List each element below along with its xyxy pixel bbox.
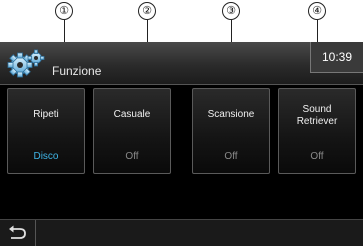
function-label: Ripeti xyxy=(33,109,59,120)
callout-2-leader xyxy=(147,20,148,44)
callout-3: ③ xyxy=(222,2,240,20)
back-button[interactable] xyxy=(0,220,36,246)
function-value: Off xyxy=(125,151,139,162)
device-screen: Funzione 10:39 Ripeti Disco Casuale Off … xyxy=(0,42,363,246)
function-grid: Ripeti Disco Casuale Off Scansione Off S… xyxy=(0,88,363,176)
function-value: Disco xyxy=(33,151,59,162)
callout-4-leader xyxy=(317,20,318,44)
function-value: Off xyxy=(224,151,238,162)
callouts: ① ② ③ ④ xyxy=(0,0,363,44)
callout-3-leader xyxy=(231,20,232,44)
function-repeat-button[interactable]: Ripeti Disco xyxy=(7,88,85,174)
back-arrow-icon xyxy=(9,225,26,239)
callout-1: ① xyxy=(55,2,73,20)
gears-icon xyxy=(7,49,45,78)
bottom-bar xyxy=(0,219,363,246)
function-label: Scansione xyxy=(207,109,255,120)
function-label: Sound Retriever xyxy=(296,104,338,127)
callout-4: ④ xyxy=(308,2,326,20)
function-scan-button[interactable]: Scansione Off xyxy=(192,88,270,174)
function-random-button[interactable]: Casuale Off xyxy=(93,88,171,174)
function-sound-retriever-button[interactable]: Sound Retriever Off xyxy=(278,88,356,174)
callout-2: ② xyxy=(138,2,156,20)
clock: 10:39 xyxy=(310,42,363,73)
function-value: Off xyxy=(310,151,324,162)
function-label: Casuale xyxy=(113,109,151,120)
page-title: Funzione xyxy=(52,64,102,78)
callout-1-leader xyxy=(64,20,65,44)
title-bar: Funzione 10:39 xyxy=(0,42,363,85)
